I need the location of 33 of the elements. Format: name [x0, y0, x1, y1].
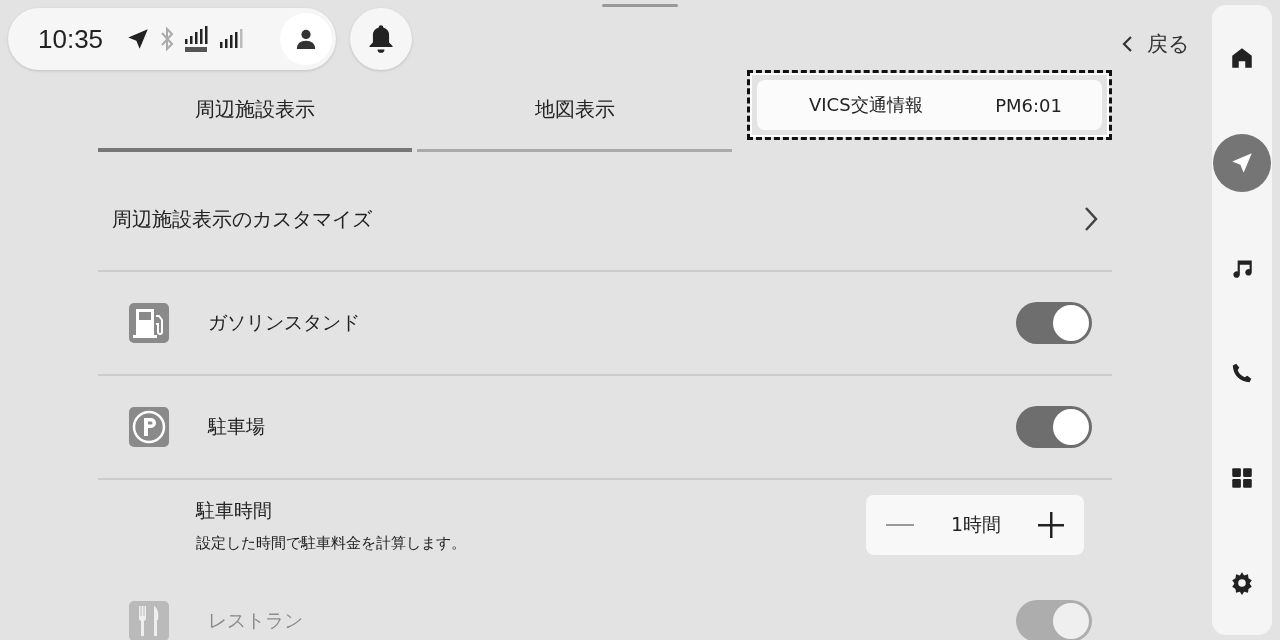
bluetooth-icon: [159, 26, 176, 52]
update-time: PM6:01: [995, 94, 1062, 116]
tab[interactable]: 周辺施設表示: [98, 70, 413, 152]
setting-label: ガソリンスタンド: [208, 310, 361, 335]
toggle-switch[interactable]: [1016, 302, 1092, 344]
traffic-info-button[interactable]: VICS交通情報 PM6:01: [756, 80, 1102, 130]
fuel-pump-icon: [128, 302, 170, 344]
person-icon: [295, 28, 317, 50]
setting-description: 設定した時間で駐車料金を計算します。: [196, 533, 467, 553]
tab[interactable]: 地図表示: [417, 70, 732, 152]
traffic-info-label: VICS交通情報: [808, 93, 923, 117]
fork-knife-icon: [128, 600, 170, 640]
signal-bars-icon: [219, 28, 246, 50]
setting-title: 駐車時間: [196, 497, 273, 523]
stepper[interactable]: 1時間: [866, 495, 1084, 555]
minus-icon: [886, 523, 914, 527]
setting-label: レストラン: [208, 608, 304, 633]
bell-icon: [367, 24, 395, 54]
chevron-left-icon: [1121, 35, 1133, 53]
menu-row[interactable]: 周辺施設表示のカスタマイズ: [98, 168, 1112, 272]
chevron-right-icon: [1084, 206, 1098, 232]
plus-icon: [1038, 512, 1064, 538]
notification-button[interactable]: [350, 8, 412, 70]
clock-time: 10:35: [38, 23, 104, 55]
parking-icon: [128, 406, 170, 448]
menu-label: 周辺施設表示のカスタマイズ: [112, 205, 373, 233]
minus-button[interactable]: [886, 523, 914, 527]
drag-handle[interactable]: [602, 4, 678, 7]
back-button[interactable]: 戻る: [1121, 30, 1190, 58]
toggle-switch[interactable]: [1016, 406, 1092, 448]
plus-button[interactable]: [1038, 512, 1064, 538]
setting-label: 駐車場: [208, 414, 266, 439]
stepper-value: 1時間: [950, 512, 1002, 537]
